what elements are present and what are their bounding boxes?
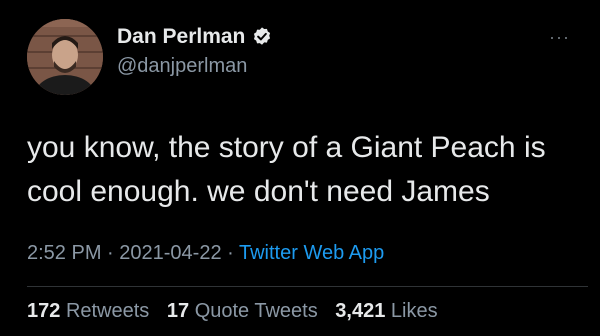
likes-label: Likes bbox=[390, 300, 438, 322]
tweet-time[interactable]: 2:52 PM bbox=[27, 242, 101, 264]
divider bbox=[27, 286, 588, 287]
tweet-meta: 2:52 PM · 2021-04-22 · Twitter Web App bbox=[27, 241, 384, 265]
meta-separator: · bbox=[221, 242, 239, 264]
handle[interactable]: @danjperlman bbox=[117, 54, 247, 78]
more-options-icon[interactable]: ··· bbox=[549, 28, 570, 46]
tweet-text: you know, the story of a Giant Peach is … bbox=[27, 131, 546, 208]
retweets-label: Retweets bbox=[65, 300, 150, 322]
display-name-row[interactable]: Dan Perlman bbox=[117, 24, 273, 50]
tweet-date[interactable]: 2021-04-22 bbox=[119, 242, 221, 264]
tweet-source[interactable]: Twitter Web App bbox=[239, 242, 384, 264]
likes-count: 3,421 bbox=[335, 300, 386, 322]
tweet-stats: 172 Retweets 17 Quote Tweets 3,421 Likes bbox=[27, 299, 450, 323]
meta-separator: · bbox=[101, 242, 120, 264]
quote-tweets-stat[interactable]: 17 Quote Tweets bbox=[167, 300, 318, 322]
quote-tweets-count: 17 bbox=[166, 300, 190, 322]
likes-stat[interactable]: 3,421 Likes bbox=[335, 300, 437, 322]
display-name[interactable]: Dan Perlman bbox=[117, 24, 245, 50]
retweets-stat[interactable]: 172 Retweets bbox=[27, 300, 149, 322]
quote-tweets-label: Quote Tweets bbox=[194, 300, 318, 322]
retweets-count: 172 bbox=[27, 300, 61, 322]
verified-badge-icon bbox=[251, 26, 273, 48]
avatar[interactable] bbox=[27, 19, 103, 95]
